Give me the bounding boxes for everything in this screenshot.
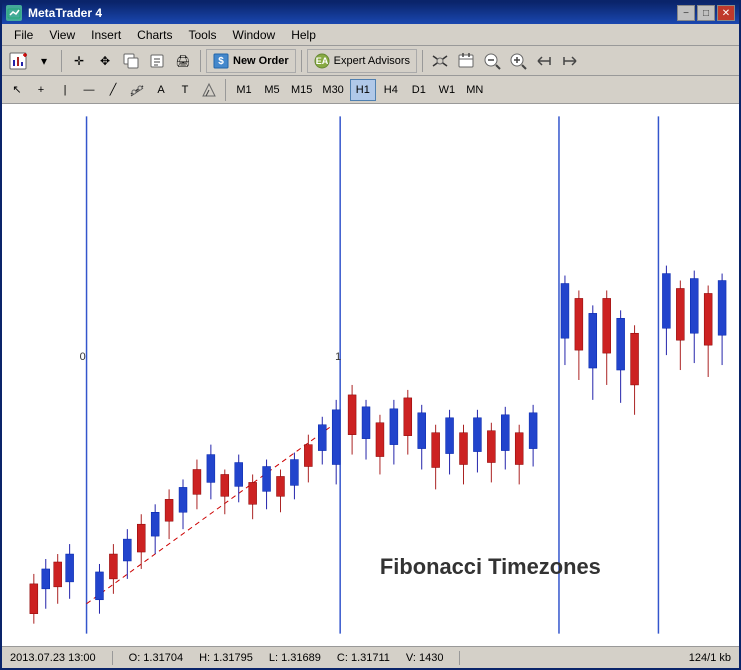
- chart-svg: 0 1: [2, 104, 739, 646]
- title-controls: − □ ✕: [677, 5, 735, 21]
- status-high: H: 1.31795: [199, 652, 253, 664]
- tf-m15[interactable]: M15: [287, 79, 316, 101]
- expert-advisors-button[interactable]: EA Expert Advisors: [307, 49, 417, 73]
- tf-w1[interactable]: W1: [434, 79, 460, 101]
- menu-window[interactable]: Window: [225, 26, 284, 44]
- sep3: [301, 50, 302, 72]
- zoom-in-chart-btn[interactable]: [506, 49, 530, 73]
- title-bar-left: MetaTrader 4: [6, 5, 102, 21]
- properties-btn[interactable]: [145, 49, 169, 73]
- status-sep1: [112, 651, 113, 665]
- menu-insert[interactable]: Insert: [83, 26, 129, 44]
- svg-text:$: $: [218, 56, 224, 67]
- channels-tool[interactable]: [126, 79, 148, 101]
- shapes-tool[interactable]: [198, 79, 220, 101]
- status-close: C: 1.31711: [337, 652, 390, 664]
- menu-tools[interactable]: Tools: [181, 26, 225, 44]
- chart-area[interactable]: 0 1: [2, 104, 739, 646]
- status-sep2: [459, 651, 460, 665]
- menu-charts[interactable]: Charts: [129, 26, 180, 44]
- trendline-tool[interactable]: ╱: [102, 79, 124, 101]
- periods-btn[interactable]: [454, 49, 478, 73]
- crosshair-tool[interactable]: +: [30, 79, 52, 101]
- scroll-left-btn[interactable]: [532, 49, 556, 73]
- title-text: MetaTrader 4: [28, 6, 102, 20]
- vline-tool[interactable]: |: [54, 79, 76, 101]
- status-volume: V: 1430: [406, 652, 444, 664]
- close-button[interactable]: ✕: [717, 5, 735, 21]
- svg-text:1: 1: [335, 351, 341, 363]
- svg-text:EA: EA: [315, 56, 328, 66]
- label-tool[interactable]: T: [174, 79, 196, 101]
- menu-help[interactable]: Help: [283, 26, 324, 44]
- move-btn[interactable]: ✥: [93, 49, 117, 73]
- menu-file[interactable]: File: [6, 26, 41, 44]
- tf-sep: [225, 79, 226, 101]
- main-window: MetaTrader 4 − □ ✕ File View Insert Char…: [0, 0, 741, 670]
- chart-title: Fibonacci Timezones: [380, 554, 601, 579]
- new-chart-btn[interactable]: [6, 49, 30, 73]
- dropdown-btn[interactable]: ▾: [32, 49, 56, 73]
- tf-m5[interactable]: M5: [259, 79, 285, 101]
- svg-text:0: 0: [80, 351, 86, 363]
- sep2: [200, 50, 201, 72]
- status-datetime: 2013.07.23 13:00: [10, 652, 96, 664]
- tf-mn[interactable]: MN: [462, 79, 488, 101]
- crosshair-btn[interactable]: ✛: [67, 49, 91, 73]
- text-tool[interactable]: A: [150, 79, 172, 101]
- tf-h4[interactable]: H4: [378, 79, 404, 101]
- sep1: [61, 50, 62, 72]
- sep4: [422, 50, 423, 72]
- status-low: L: 1.31689: [269, 652, 321, 664]
- hline-tool[interactable]: —: [78, 79, 100, 101]
- toolbar1: ▾ ✛ ✥ 🖨 $ New Order: [2, 46, 739, 76]
- new-order-button[interactable]: $ New Order: [206, 49, 296, 73]
- minimize-button[interactable]: −: [677, 5, 695, 21]
- toolbar2: ↖ + | — ╱ A T M1 M5 M15 M30 H1 H4 D1: [2, 76, 739, 104]
- title-bar: MetaTrader 4 − □ ✕: [2, 2, 739, 24]
- app-icon: [6, 5, 22, 21]
- tf-m1[interactable]: M1: [231, 79, 257, 101]
- cursor-tool[interactable]: ↖: [6, 79, 28, 101]
- maximize-button[interactable]: □: [697, 5, 715, 21]
- zoom-in-btn[interactable]: [119, 49, 143, 73]
- menu-bar: File View Insert Charts Tools Window Hel…: [2, 24, 739, 46]
- status-info: 124/1 kb: [689, 652, 731, 664]
- status-open: O: 1.31704: [129, 652, 183, 664]
- menu-view[interactable]: View: [41, 26, 83, 44]
- tf-h1[interactable]: H1: [350, 79, 376, 101]
- zoom-out-chart-btn[interactable]: [480, 49, 504, 73]
- print-btn[interactable]: 🖨: [171, 49, 195, 73]
- status-bar: 2013.07.23 13:00 O: 1.31704 H: 1.31795 L…: [2, 646, 739, 668]
- scroll-right-btn[interactable]: [558, 49, 582, 73]
- tf-m30[interactable]: M30: [318, 79, 347, 101]
- tf-d1[interactable]: D1: [406, 79, 432, 101]
- indicators-btn[interactable]: [428, 49, 452, 73]
